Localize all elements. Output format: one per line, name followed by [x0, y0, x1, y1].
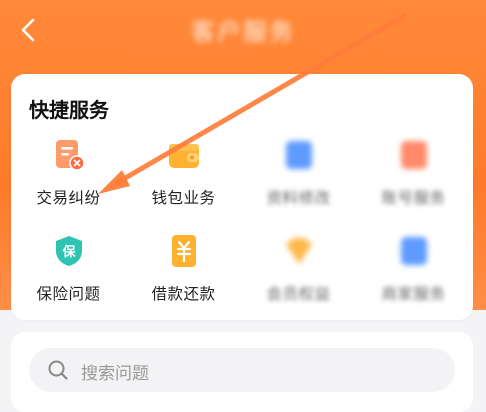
service-membership[interactable]: 会员权益: [241, 234, 356, 312]
service-label: 钱包业务: [151, 189, 216, 207]
quick-services-card: 快捷服务 交易纠纷 钱包业务 资料修改 账号服务 保 保险问题 借款还款 会员权…: [11, 74, 473, 320]
service-label: 商家服务: [381, 285, 446, 303]
search-card: 搜索问题: [11, 332, 473, 412]
service-loan[interactable]: 借款还款: [126, 234, 241, 312]
service-label: 资料修改: [266, 189, 331, 207]
service-label: 借款还款: [151, 285, 216, 303]
loan-yuan-icon: [171, 235, 196, 267]
nav-bar: 客户服务: [0, 0, 486, 64]
quick-services-grid: 交易纠纷 钱包业务 资料修改 账号服务 保 保险问题 借款还款 会员权益 商家服…: [11, 138, 473, 308]
account-icon: [400, 141, 427, 169]
profile-icon: [285, 141, 312, 169]
service-merchant[interactable]: 商家服务: [356, 234, 471, 312]
service-profile[interactable]: 资料修改: [241, 138, 356, 216]
service-label: 保险问题: [36, 285, 101, 303]
search-placeholder: 搜索问题: [81, 364, 149, 384]
service-trade-dispute[interactable]: 交易纠纷: [11, 138, 126, 216]
quick-services-title: 快捷服务: [29, 98, 109, 122]
service-wallet[interactable]: 钱包业务: [126, 138, 241, 216]
membership-icon: [285, 238, 312, 264]
service-account[interactable]: 账号服务: [356, 138, 471, 216]
merchant-icon: [400, 237, 427, 265]
search-icon: [48, 360, 68, 380]
search-input[interactable]: 搜索问题: [29, 348, 455, 392]
insurance-shield-icon: 保: [55, 236, 82, 266]
service-label: 账号服务: [381, 189, 446, 207]
bill-dispute-icon: [55, 140, 85, 171]
wallet-icon: [168, 144, 199, 168]
service-label: 会员权益: [266, 285, 331, 303]
service-label: 交易纠纷: [36, 189, 101, 207]
service-insurance[interactable]: 保 保险问题: [11, 234, 126, 312]
svg-text:保: 保: [61, 244, 76, 260]
page-title: 客户服务: [191, 18, 295, 46]
